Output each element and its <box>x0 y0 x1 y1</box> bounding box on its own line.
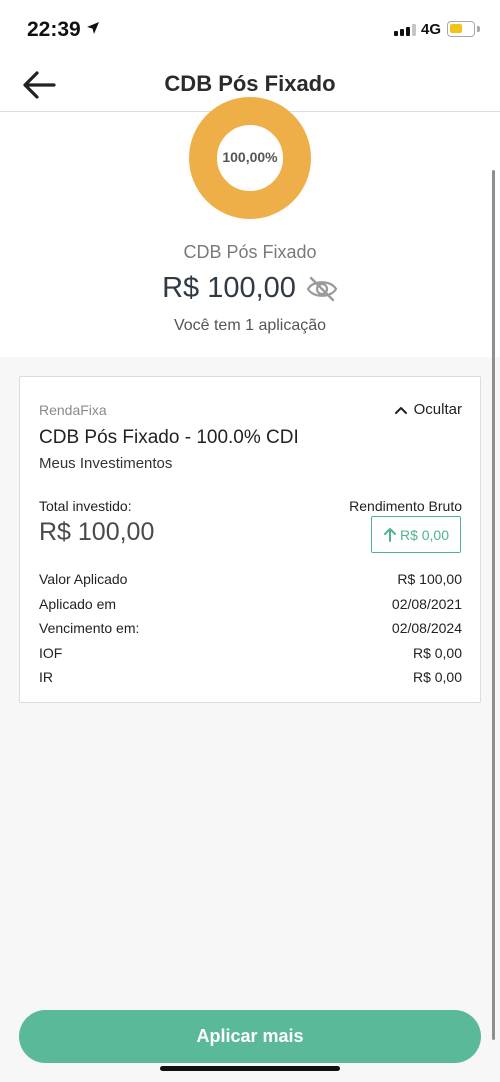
apply-more-button[interactable]: Aplicar mais <box>19 1010 481 1063</box>
screen: 22:39 4G CDB Pós Fixado 100,00% CDB Pós … <box>0 0 500 1082</box>
investment-card: RendaFixa Ocultar CDB Pós Fixado - 100.0… <box>19 376 481 703</box>
total-amount: R$ 100,00 <box>162 272 296 304</box>
hide-button[interactable]: Ocultar <box>394 401 462 418</box>
investment-title: CDB Pós Fixado - 100.0% CDI <box>39 427 299 448</box>
network-type: 4G <box>421 21 442 38</box>
status-bar: 22:39 4G <box>0 0 500 58</box>
battery-icon <box>447 21 475 37</box>
eye-off-icon[interactable] <box>306 275 338 303</box>
gross-yield-label: Rendimento Bruto <box>349 498 462 514</box>
chevron-up-icon <box>394 406 407 414</box>
detail-value: 02/08/2021 <box>391 595 462 612</box>
detail-value: R$ 100,00 <box>397 571 462 587</box>
detail-label: Vencimento em: <box>39 620 140 636</box>
investment-details: Valor Aplicado R$ 100,00 Aplicado em 02/… <box>39 569 462 692</box>
investment-category: RendaFixa <box>39 402 107 418</box>
detail-label: IOF <box>39 644 63 661</box>
battery-cap <box>477 26 480 32</box>
detail-value: R$ 0,00 <box>412 644 462 661</box>
detail-row: Vencimento em: 02/08/2024 <box>39 618 462 643</box>
gross-yield-value: R$ 0,00 <box>399 526 450 543</box>
hide-button-label: Ocultar <box>413 401 462 418</box>
detail-value: 02/08/2024 <box>391 620 462 636</box>
detail-row: Valor Aplicado R$ 100,00 <box>39 569 462 594</box>
asset-name: CDB Pós Fixado <box>183 242 317 262</box>
detail-row: IOF R$ 0,00 <box>39 643 462 668</box>
gross-yield-badge: R$ 0,00 <box>371 516 461 553</box>
total-invested-value: R$ 100,00 <box>39 518 155 546</box>
battery-level <box>450 24 462 33</box>
home-indicator <box>160 1066 340 1071</box>
total-invested-label: Total investido: <box>39 498 132 514</box>
investment-subtitle: Meus Investimentos <box>39 455 173 472</box>
arrow-up-icon <box>383 528 396 542</box>
signal-icon <box>394 24 416 36</box>
portfolio-summary: 100,00% CDB Pós Fixado R$ 100,00 Você te… <box>0 97 500 357</box>
detail-label: Valor Aplicado <box>39 571 128 587</box>
location-arrow-icon <box>87 22 99 34</box>
detail-row: IR R$ 0,00 <box>39 667 462 692</box>
status-time: 22:39 <box>27 18 81 41</box>
page-title: CDB Pós Fixado <box>164 71 336 96</box>
scrollbar[interactable] <box>492 170 495 1040</box>
applications-count: Você tem 1 aplicação <box>173 317 327 334</box>
detail-label: IR <box>39 669 53 685</box>
total-amount-row: R$ 100,00 <box>0 272 500 305</box>
detail-label: Aplicado em <box>39 595 117 612</box>
detail-row: Aplicado em 02/08/2021 <box>39 594 462 619</box>
donut-percent-label: 100,00% <box>222 149 278 165</box>
detail-value: R$ 0,00 <box>412 669 462 685</box>
